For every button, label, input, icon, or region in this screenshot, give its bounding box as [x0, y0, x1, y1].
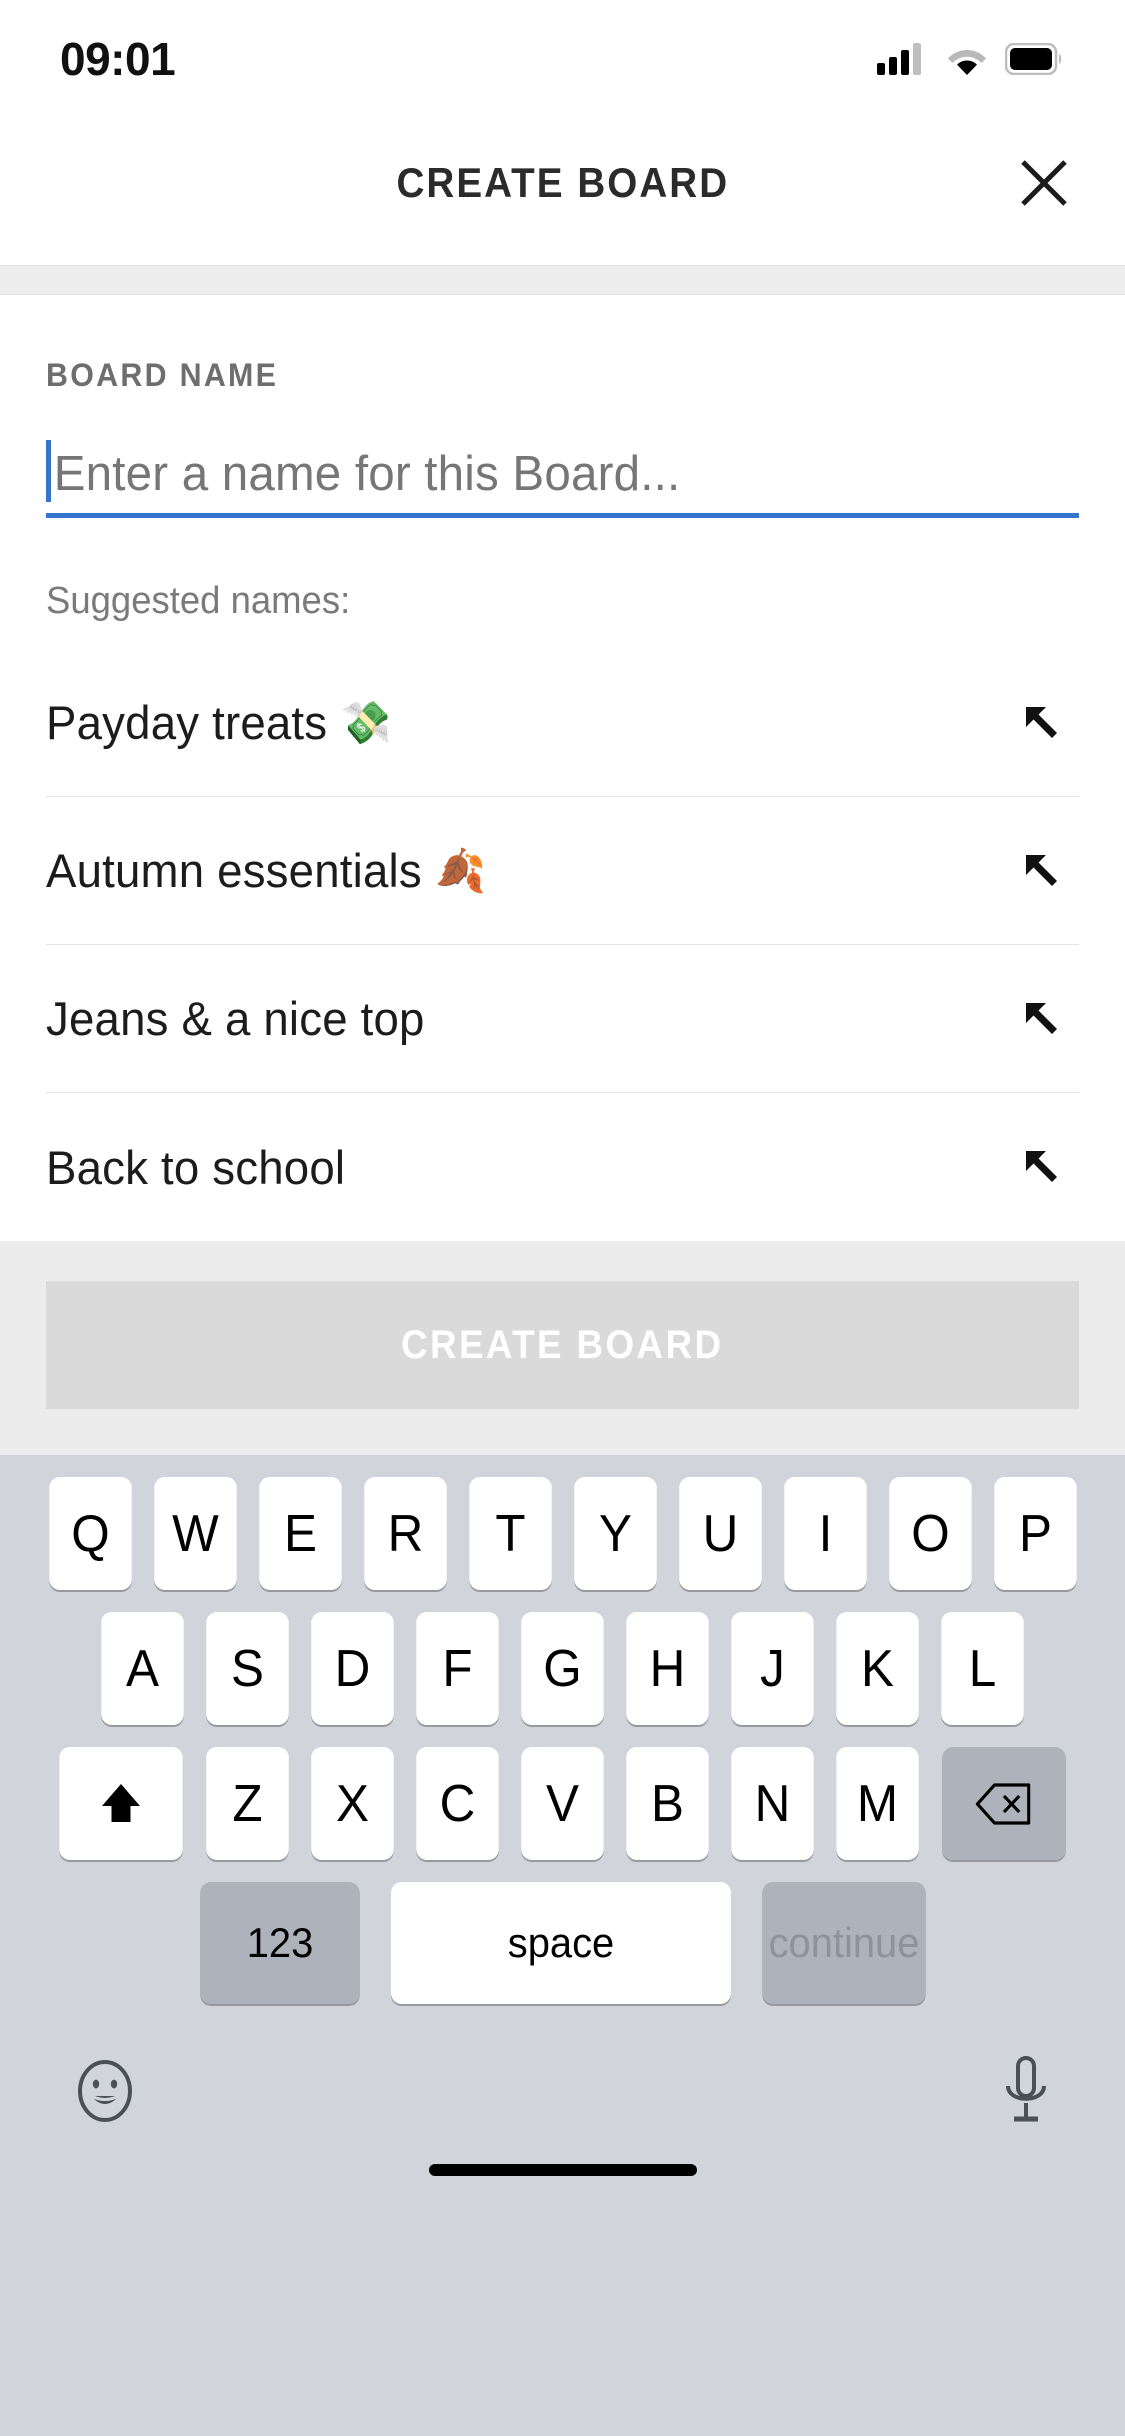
board-name-input[interactable]: Enter a name for this Board... [46, 434, 1079, 518]
key-u[interactable]: U [678, 1477, 762, 1590]
key-p[interactable]: P [993, 1477, 1077, 1590]
key-l[interactable]: L [941, 1612, 1024, 1725]
home-indicator-area [0, 2146, 1125, 2210]
keyboard-row-4: 123 space continue [0, 1882, 1125, 2004]
keyboard-row-3: Z X C V B N M [0, 1747, 1125, 1860]
suggestion-text: Payday treats 💸 [46, 695, 392, 750]
key-e[interactable]: E [258, 1477, 342, 1590]
key-t[interactable]: T [468, 1477, 552, 1590]
key-r[interactable]: R [363, 1477, 447, 1590]
return-key[interactable]: continue [761, 1882, 926, 2004]
page-title: CREATE BOARD [396, 158, 729, 206]
list-item[interactable]: Jeans & a nice top [46, 945, 1079, 1093]
on-screen-keyboard: Q W E R T Y U I O P A S D F G H J K L Z … [0, 1455, 1125, 2436]
key-q[interactable]: Q [48, 1477, 132, 1590]
numbers-key[interactable]: 123 [199, 1882, 360, 2004]
status-time: 09:01 [60, 33, 176, 85]
form-section: BOARD NAME Enter a name for this Board..… [0, 295, 1125, 1241]
create-board-button-label: CREATE BOARD [401, 1322, 724, 1367]
key-a[interactable]: A [101, 1612, 184, 1725]
key-j[interactable]: J [731, 1612, 814, 1725]
key-x[interactable]: X [311, 1747, 394, 1860]
cta-panel: CREATE BOARD [0, 1241, 1125, 1455]
dictation-key[interactable] [999, 2055, 1053, 2132]
app-screen: 09:01 CREATE BOARD BOARD NAME Enter a na… [0, 0, 1125, 2436]
key-v[interactable]: V [521, 1747, 604, 1860]
arrow-up-left-icon[interactable] [1013, 1138, 1071, 1196]
close-icon [1021, 159, 1067, 206]
key-d[interactable]: D [311, 1612, 394, 1725]
backspace-key[interactable] [942, 1747, 1066, 1860]
arrow-up-left-icon[interactable] [1013, 842, 1071, 900]
keyboard-row-2: A S D F G H J K L [0, 1612, 1125, 1725]
home-indicator[interactable] [428, 2164, 697, 2176]
emoji-key[interactable] [72, 2058, 138, 2129]
keyboard-row-1: Q W E R T Y U I O P [0, 1477, 1125, 1590]
suggested-names-label: Suggested names: [46, 580, 351, 622]
microphone-icon [1006, 2055, 1046, 2121]
suggestion-label: Jeans & a nice top [46, 992, 425, 1045]
list-item[interactable]: Autumn essentials 🍂 [46, 797, 1079, 945]
suggestion-label: Autumn essentials [46, 844, 422, 897]
suggestion-text: Autumn essentials 🍂 [46, 843, 486, 898]
fallen-leaf-icon: 🍂 [435, 846, 487, 894]
key-n[interactable]: N [731, 1747, 814, 1860]
key-z[interactable]: Z [206, 1747, 289, 1860]
shift-arrow-icon [102, 1783, 140, 1822]
suggestion-text: Jeans & a nice top [46, 991, 425, 1046]
key-b[interactable]: B [626, 1747, 709, 1860]
cellular-signal-icon [877, 43, 921, 75]
status-bar: 09:01 [0, 0, 1125, 100]
suggestion-text: Back to school [46, 1140, 345, 1195]
key-k[interactable]: K [836, 1612, 919, 1725]
board-name-placeholder: Enter a name for this Board... [53, 446, 681, 501]
key-w[interactable]: W [153, 1477, 237, 1590]
wifi-icon [948, 50, 986, 75]
key-o[interactable]: O [888, 1477, 972, 1590]
backspace-icon [975, 1782, 1031, 1825]
list-item[interactable]: Back to school [46, 1093, 1079, 1241]
keyboard-bottom-bar [0, 2026, 1125, 2146]
suggestion-label: Back to school [46, 1140, 346, 1194]
suggested-names-list: Payday treats 💸 Autumn essentials 🍂 Jean… [46, 649, 1079, 1241]
key-s[interactable]: S [206, 1612, 289, 1725]
battery-icon [1005, 43, 1062, 75]
board-name-label: BOARD NAME [46, 357, 279, 393]
key-i[interactable]: I [783, 1477, 867, 1590]
arrow-up-left-icon[interactable] [1013, 694, 1071, 752]
suggestion-label: Payday treats [46, 696, 328, 749]
space-key[interactable]: space [390, 1882, 731, 2004]
money-with-wings-icon: 💸 [340, 698, 392, 746]
key-g[interactable]: G [521, 1612, 604, 1725]
create-board-button[interactable]: CREATE BOARD [46, 1281, 1079, 1409]
status-icons [877, 41, 1063, 77]
emoji-smiley-icon [78, 2059, 132, 2122]
list-item[interactable]: Payday treats 💸 [46, 649, 1079, 797]
section-divider [0, 265, 1125, 295]
close-button[interactable] [1007, 146, 1081, 220]
key-c[interactable]: C [416, 1747, 499, 1860]
key-h[interactable]: H [626, 1612, 709, 1725]
key-f[interactable]: F [416, 1612, 499, 1725]
arrow-up-left-icon[interactable] [1013, 990, 1071, 1048]
key-m[interactable]: M [836, 1747, 919, 1860]
shift-key[interactable] [59, 1747, 183, 1860]
modal-header: CREATE BOARD [0, 100, 1125, 265]
key-y[interactable]: Y [573, 1477, 657, 1590]
